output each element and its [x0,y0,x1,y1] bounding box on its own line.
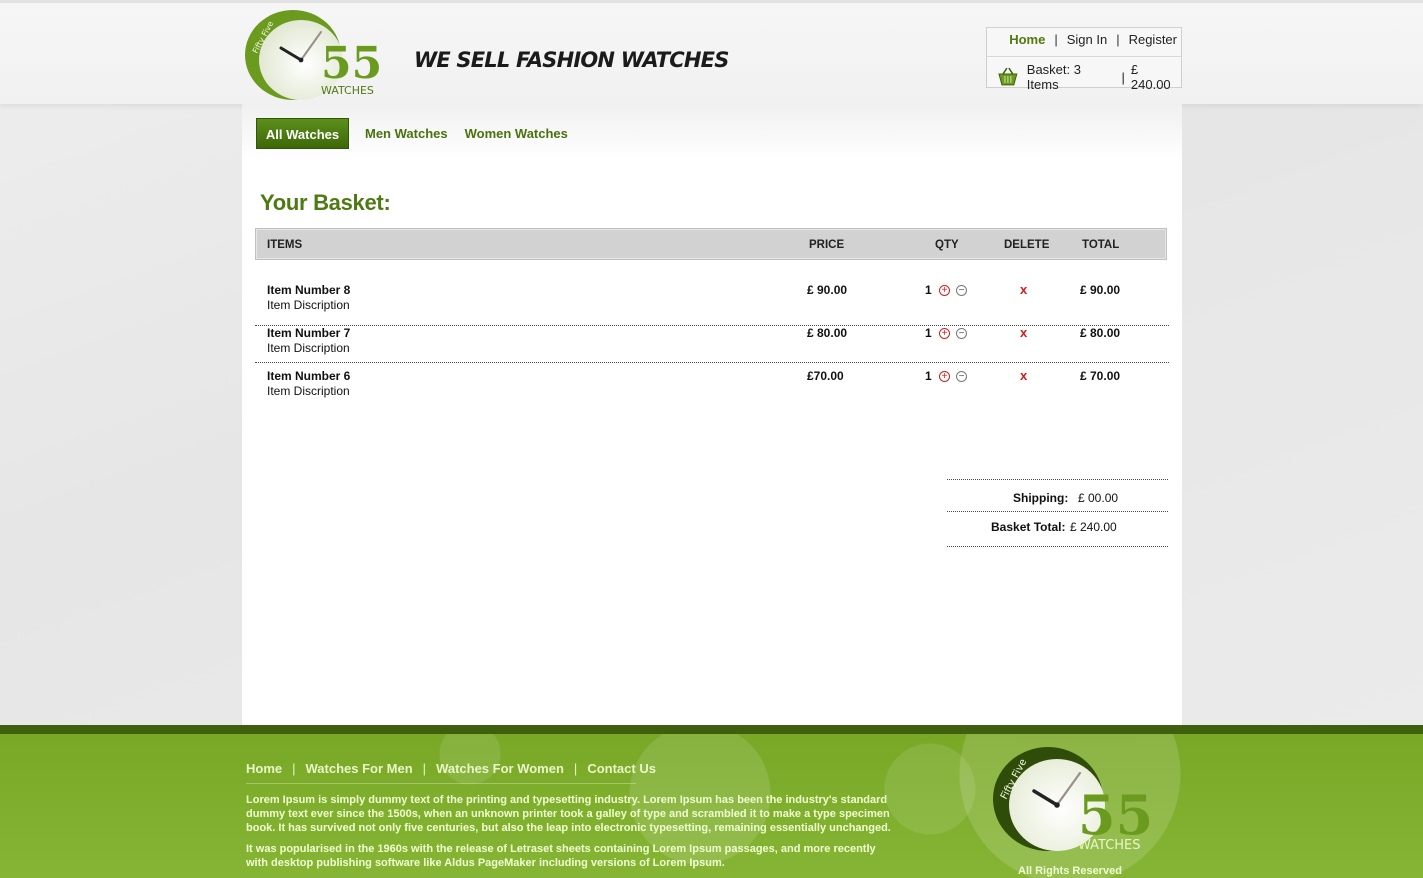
account-links: Home | Sign In | Register [1009,32,1177,47]
basket-table-header: ITEMS PRICE QTY DELETE TOTAL [255,228,1167,260]
account-panel: Home | Sign In | Register Basket: 3 Item… [986,27,1182,92]
item-price: £ 80.00 [807,326,848,340]
nav-women-watches[interactable]: Women Watches [465,126,568,141]
item-description: Item Discription [267,298,350,312]
divider [947,479,1168,480]
table-row: Item Number 8 Item Discription £ 90.00 1… [255,282,1169,326]
footer-paragraph: It was popularised in the 1960s with the… [246,843,876,869]
item-total: £ 70.00 [1080,369,1121,383]
footer-separator: | [573,761,578,776]
svg-text:WATCHES: WATCHES [1078,838,1141,853]
column-delete: DELETE [1004,239,1050,251]
basket-count: Basket: 3 Items [1026,62,1081,92]
page-title: Your Basket: [260,190,391,215]
svg-text:55: 55 [321,38,382,89]
column-qty: QTY [935,239,959,251]
close-icon[interactable]: x [1020,325,1027,340]
basket-total-value: £ 240.00 [1070,520,1117,534]
footer-nav: Home | Watches For Men | Watches For Wom… [246,761,656,776]
watch-logo-icon: 55 WATCHES Fifty Five [245,10,382,100]
sign-in-link[interactable]: Sign In [1067,32,1107,47]
plus-circle-icon[interactable]: + [939,328,950,339]
watch-logo-icon: 55 WATCHES Fifty Five [993,747,1150,853]
footer-separator: | [292,761,296,776]
link-separator: | [1116,32,1120,47]
plus-circle-icon[interactable]: + [939,285,950,296]
basket-icon [998,67,1018,86]
item-qty: 1 [925,283,932,297]
basket-separator: | [1121,69,1125,85]
item-price: £70.00 [807,369,844,383]
register-link[interactable]: Register [1129,32,1177,47]
divider [947,546,1168,547]
shipping-value: £ 00.00 [1078,491,1119,505]
item-name[interactable]: Item Number 6 [267,369,350,383]
divider [947,511,1168,512]
minus-circle-icon[interactable]: − [956,371,967,382]
table-row: Item Number 6 Item Discription £70.00 1 … [255,368,1169,412]
close-icon[interactable]: x [1020,368,1027,383]
column-total: TOTAL [1082,239,1120,251]
home-link[interactable]: Home [1009,32,1045,47]
site-header: 55 WATCHES Fifty Five WE SELL FASHION WA… [0,0,1423,104]
nav-men-watches[interactable]: Men Watches [365,126,448,141]
footer-paragraph: Lorem Ipsum is simply dummy text of the … [246,794,891,834]
item-qty: 1 [925,369,932,383]
item-price: £ 90.00 [807,283,848,297]
item-qty: 1 [925,326,932,340]
minus-circle-icon[interactable]: − [956,285,967,296]
item-name[interactable]: Item Number 8 [267,283,350,297]
footer-link-home[interactable]: Home [246,761,282,776]
nav-all-watches[interactable]: All Watches [256,118,349,149]
close-icon[interactable]: x [1020,282,1027,297]
copyright-text: All Rights Reserved [1018,865,1122,877]
table-row: Item Number 7 Item Discription £ 80.00 1… [255,325,1169,363]
basket-summary[interactable]: Basket: 3 Items | £ 240.00 [997,62,1181,92]
column-items: ITEMS [267,239,303,251]
basket-total-label: Basket Total: [991,520,1066,534]
main-content: All Watches Men Watches Women Watches Yo… [242,104,1182,725]
item-name[interactable]: Item Number 7 [267,326,350,340]
plus-circle-icon[interactable]: + [939,371,950,382]
link-separator: | [1054,32,1058,47]
item-total: £ 80.00 [1080,326,1121,340]
column-price: PRICE [809,239,845,251]
footer-logo[interactable]: 55 WATCHES Fifty Five [990,744,1150,854]
item-description: Item Discription [267,384,350,398]
item-description: Item Discription [267,341,350,355]
basket-amount: £ 240.00 [1130,62,1171,92]
category-nav: All Watches Men Watches Women Watches [256,118,568,149]
minus-circle-icon[interactable]: − [956,328,967,339]
footer-link-women[interactable]: Watches For Women [436,761,564,776]
divider [987,56,1181,57]
item-total: £ 90.00 [1080,283,1121,297]
category-nav-band: All Watches Men Watches Women Watches [242,104,1182,160]
svg-text:WATCHES: WATCHES [321,84,374,97]
shipping-label: Shipping: [1013,491,1069,505]
site-tagline: WE SELL FASHION WATCHES [414,48,729,72]
footer-link-contact[interactable]: Contact Us [587,761,656,776]
footer-link-men[interactable]: Watches For Men [306,761,413,776]
footer-separator: | [422,761,427,776]
divider [246,783,636,784]
site-footer: Home | Watches For Men | Watches For Wom… [0,725,1423,878]
site-logo[interactable]: 55 WATCHES Fifty Five [243,8,383,102]
